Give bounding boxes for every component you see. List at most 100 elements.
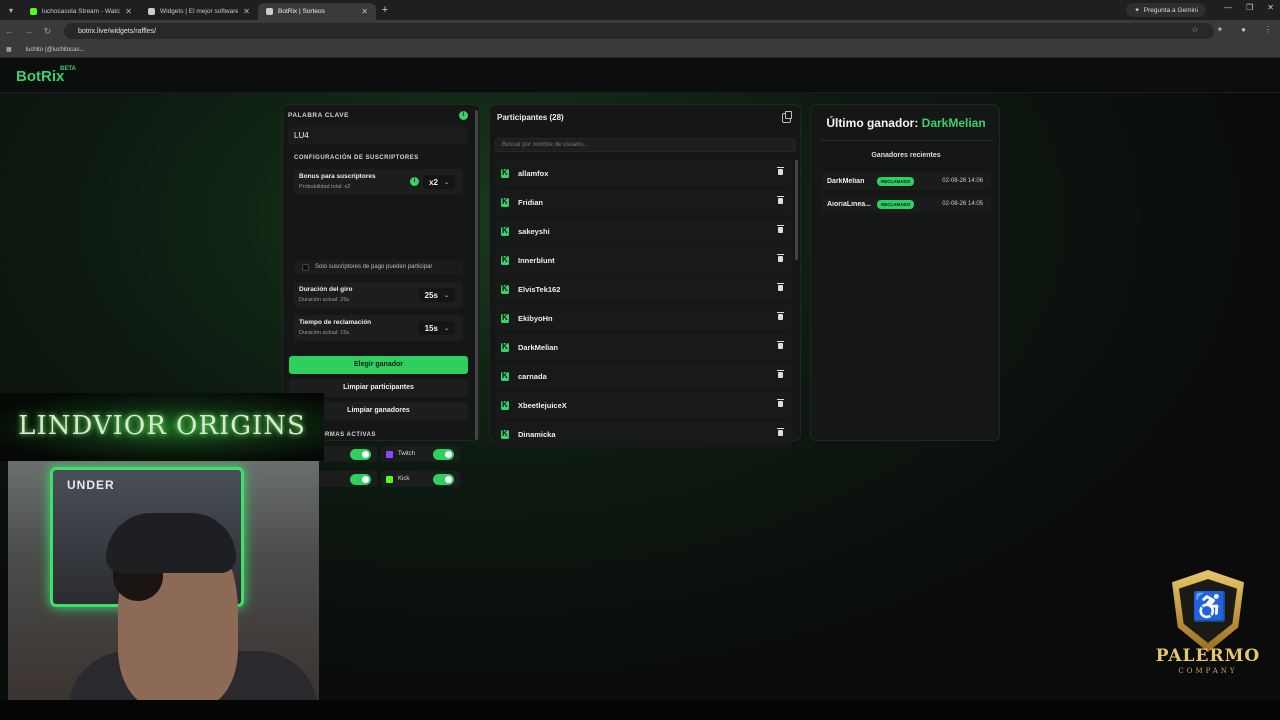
recent-winners-title: Ganadores recientes: [871, 152, 941, 159]
trash-icon[interactable]: [777, 283, 784, 291]
bookmark-star-icon[interactable]: ☆: [1191, 25, 1198, 34]
trash-icon[interactable]: [777, 428, 784, 436]
extensions-icon[interactable]: ✦: [1216, 25, 1223, 34]
tab-search-icon[interactable]: ▾: [0, 6, 22, 15]
close-icon[interactable]: ✕: [243, 7, 250, 16]
kick-icon: [386, 475, 393, 483]
platform-toggle[interactable]: [350, 449, 371, 460]
kick-icon: [501, 197, 509, 207]
participants-list: allamfox Fridian sakeyshi Innerblunt Elv…: [496, 160, 792, 450]
claim-time-select[interactable]: 15s ⌄: [418, 321, 455, 335]
tab-title: Widgets | El mejor software para: [160, 8, 239, 15]
participant-name: carnada: [518, 371, 547, 381]
claim-value: 15s: [424, 323, 438, 333]
bonus-value: x2: [429, 177, 438, 187]
copy-icon[interactable]: [782, 111, 792, 123]
trash-icon[interactable]: [777, 399, 784, 407]
back-icon[interactable]: ←: [0, 26, 19, 36]
winner-name: DarkMelian: [827, 177, 865, 185]
twitch-toggle[interactable]: [433, 449, 454, 460]
kick-icon: [501, 342, 509, 352]
participant-search-input[interactable]: Buscar por nombre de usuario...: [495, 138, 796, 152]
trash-icon[interactable]: [777, 196, 784, 204]
bonus-subtitle: Probabilidad total: x2: [299, 184, 351, 190]
kick-toggle[interactable]: [433, 474, 454, 485]
last-winner-label: Último ganador:: [826, 116, 919, 130]
last-winner-heading: Último ganador: DarkMelian: [811, 116, 1001, 130]
botrix-logo[interactable]: BotRix: [16, 68, 64, 85]
kick-icon: [501, 168, 509, 178]
trash-icon[interactable]: [777, 167, 784, 175]
bonus-select[interactable]: x2 ⌄: [423, 175, 455, 189]
sponsor-name: PALERMO: [1155, 646, 1261, 666]
reload-icon[interactable]: ↻: [38, 26, 57, 37]
list-item[interactable]: DarkMelian: [496, 334, 792, 360]
list-item[interactable]: carnada: [496, 363, 792, 389]
list-item[interactable]: sakeyshi: [496, 218, 792, 244]
list-item[interactable]: XbeetlejuiceX: [496, 392, 792, 418]
kick-icon: [501, 400, 509, 410]
restore-icon[interactable]: ❐: [1246, 3, 1253, 12]
participant-name: ElvisTek162: [518, 284, 561, 294]
trash-icon[interactable]: [777, 254, 784, 262]
close-icon[interactable]: ✕: [125, 7, 132, 16]
browser-tab-1[interactable]: Widgets | El mejor software para ✕: [140, 3, 258, 20]
browser-tab-2[interactable]: BotRix | Sorteos ✕: [258, 3, 376, 20]
checkbox[interactable]: [302, 263, 309, 271]
apps-icon[interactable]: ▦: [6, 46, 12, 53]
paid-subs-only-checkbox-row[interactable]: Solo suscriptores de pago pueden partici…: [294, 260, 463, 274]
bonus-title: Bonus para suscriptores: [299, 173, 376, 180]
winner-date: 02-08-26 14:05: [942, 201, 983, 207]
browser-tab-0[interactable]: luchocasola Stream - Watch Live ✕: [22, 3, 140, 20]
participants-panel: Participantes (28) Buscar por nombre de …: [489, 104, 801, 447]
subscriber-config-label: CONFIGURACIÓN DE SUSCRIPTORES: [294, 155, 419, 161]
trash-icon[interactable]: [777, 225, 784, 233]
new-tab-icon[interactable]: +: [376, 4, 394, 16]
info-icon[interactable]: i: [410, 177, 419, 186]
participant-name: allamfox: [518, 168, 549, 178]
close-window-icon[interactable]: ✕: [1267, 3, 1274, 12]
trash-icon[interactable]: [777, 312, 784, 320]
kick-favicon-icon: [30, 8, 37, 15]
list-item[interactable]: Dinamicka: [496, 421, 792, 447]
url-field[interactable]: botrix.live/widgets/raffles/: [64, 23, 1214, 39]
platform-toggle[interactable]: [350, 474, 371, 485]
twitch-icon: [386, 450, 393, 458]
trash-icon[interactable]: [777, 370, 784, 378]
trash-icon[interactable]: [777, 341, 784, 349]
gemini-button[interactable]: ✦ Pregunta a Gemini: [1126, 3, 1206, 17]
menu-icon[interactable]: ⋮: [1264, 25, 1272, 34]
spin-title: Duración del giro: [299, 286, 353, 293]
minimize-icon[interactable]: —: [1224, 3, 1232, 12]
taskbar: [0, 700, 1280, 720]
list-item[interactable]: ElvisTek162: [496, 276, 792, 302]
winners-panel: Último ganador: DarkMelian Ganadores rec…: [810, 104, 1000, 441]
info-icon[interactable]: i: [459, 111, 468, 120]
accessibility-icon: ♿: [1192, 591, 1227, 622]
bookmark-item[interactable]: luchito (@luchitocas...: [26, 47, 85, 53]
spin-subtitle: Duración actual: 25s: [299, 297, 350, 303]
list-item[interactable]: Fridian: [496, 189, 792, 215]
gemini-icon: ✦: [1134, 7, 1140, 14]
participant-name: EkibyoHn: [518, 313, 553, 323]
winner-row: DarkMelian RECLAMADO 02-08-26 14:06: [821, 172, 991, 190]
spin-duration-select[interactable]: 25s ⌄: [418, 288, 455, 302]
settings-scrollbar[interactable]: [475, 110, 478, 440]
profile-icon[interactable]: ●: [1241, 25, 1246, 34]
address-toolbar: ← → ↻ botrix.live/widgets/raffles/ ☆ ✦ ●…: [0, 20, 1280, 42]
forward-icon[interactable]: →: [19, 26, 38, 36]
spin-duration-setting: Duración del giro Duración actual: 25s 2…: [294, 282, 463, 308]
platform-toggle-kick: Kick: [381, 471, 460, 487]
streamer-cap: [106, 513, 236, 573]
list-item[interactable]: Innerblunt: [496, 247, 792, 273]
status-badge: RECLAMADO: [877, 199, 915, 209]
keyword-input[interactable]: LU4: [288, 127, 468, 144]
winner-row: AioriaLinea... RECLAMADO 02-08-26 14:05: [821, 195, 991, 213]
list-item[interactable]: EkibyoHn: [496, 305, 792, 331]
participants-scrollbar[interactable]: [795, 160, 798, 260]
gemini-label: Pregunta a Gemini: [1143, 6, 1198, 14]
close-icon[interactable]: ✕: [361, 7, 368, 16]
list-item[interactable]: allamfox: [496, 160, 792, 186]
pick-winner-button[interactable]: Elegir ganador: [289, 356, 468, 374]
tab-title: luchocasola Stream - Watch Live: [42, 8, 120, 15]
